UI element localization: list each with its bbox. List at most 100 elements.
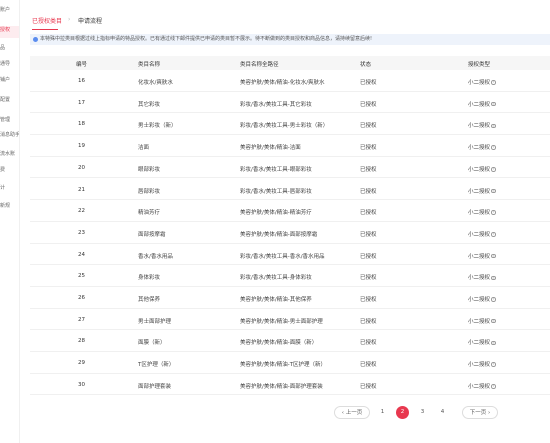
cell-auth-type: 小二授权? (468, 121, 496, 129)
column-header-path: 类目名称全路径 (240, 62, 279, 68)
cell-status-text: 已授权 (360, 383, 377, 390)
sidebar-item[interactable]: 账户 (0, 6, 19, 18)
cell-auth-type-text: 小二授权 (468, 188, 491, 195)
help-icon[interactable]: ? (491, 210, 496, 215)
table-row: 16 化妆水/爽肤水 美容护肤/美体/精油-化妆水/爽肤水 已授权 小二授权? (30, 70, 550, 92)
help-icon[interactable]: ? (491, 145, 496, 150)
sidebar-item[interactable]: 品 (0, 44, 19, 56)
help-icon[interactable]: ? (491, 101, 496, 107)
cell-auth-type-text: 小二授权 (468, 383, 491, 390)
cell-category-path-text: 美容护肤/美体/精油-其他保养 (240, 297, 312, 303)
cell-id: 19 (78, 143, 85, 149)
page-number-2[interactable]: 2 (396, 406, 409, 419)
tab-bar: 已授权类目 › 申请流程 (22, 12, 542, 30)
cell-id: 27 (78, 317, 85, 323)
cell-category-path-text: 美容护肤/美体/精油-面部护理套装 (240, 383, 323, 390)
cell-category-name-text: 精油芳疗 (138, 210, 161, 217)
help-icon[interactable]: ? (491, 253, 496, 259)
sidebar-item[interactable]: 配置 (0, 96, 19, 108)
cell-auth-type: 小二授权? (468, 252, 496, 260)
cell-category-name: 洁面 (138, 143, 149, 151)
cell-status: 已授权 (360, 143, 377, 151)
cell-auth-type: 小二授权? (468, 208, 496, 216)
cell-id: 17 (78, 100, 85, 106)
sidebar-item[interactable]: 通导 (0, 60, 19, 72)
help-icon[interactable]: ? (491, 188, 496, 194)
sidebar-item[interactable]: 新规 (0, 202, 19, 214)
page-number-3[interactable]: 3 (416, 406, 429, 419)
help-icon[interactable]: ? (491, 123, 496, 129)
sidebar-item[interactable]: 费 (0, 166, 19, 178)
cell-category-name: 其他保养 (138, 295, 160, 303)
column-header-auth-type: 授权类型 (468, 62, 491, 68)
cell-category-name: 其它彩妆 (138, 100, 160, 108)
help-icon[interactable]: ? (491, 340, 496, 346)
help-icon[interactable]: ? (491, 297, 496, 302)
table-row: 21 唇部彩妆 彩妆/香水/美妆工具-唇部彩妆 已授权 小二授权? (30, 179, 550, 201)
cell-category-path: 彩妆/香水/美妆工具-唇部彩妆 (240, 187, 312, 195)
sidebar-item[interactable]: 授权 (0, 26, 19, 38)
help-icon[interactable]: ? (491, 275, 496, 281)
cell-auth-type-text: 小二授权 (468, 80, 491, 86)
table-row: 24 香水/香水用品 彩妆/香水/美妆工具-香水/香水用品 已授权 小二授权? (30, 244, 550, 266)
cell-status: 已授权 (360, 273, 377, 281)
cell-auth-type: 小二授权? (468, 230, 496, 238)
cell-status-text: 已授权 (360, 166, 377, 173)
next-page-button[interactable]: 下一页 › (462, 406, 498, 419)
cell-category-name: 香水/香水用品 (138, 252, 173, 260)
cell-id-text: 17 (78, 99, 85, 106)
tab-application-process[interactable]: 申请流程 (78, 16, 102, 25)
cell-category-path: 美容护肤/美体/精油-面膜（新） (240, 338, 317, 346)
page-number-4[interactable]: 4 (436, 406, 449, 419)
cell-auth-type: 小二授权? (468, 382, 496, 390)
help-icon[interactable]: ? (491, 362, 496, 367)
sidebar-item[interactable]: 计 (0, 184, 19, 196)
cell-status: 已授权 (360, 295, 377, 303)
cell-status: 已授权 (360, 338, 377, 346)
help-icon[interactable]: ? (491, 318, 496, 324)
notice-banner: 本特殊中拉类目根据过线上指标申请的特品授权。已有通过线下邮件提供已申请的类目暂不… (30, 34, 550, 45)
active-tab-underline (32, 29, 58, 30)
table-row: 18 男士彩妆（新） 彩妆/香水/美妆工具-男士彩妆（新） 已授权 小二授权? (30, 113, 550, 136)
cell-id-text: 28 (78, 338, 85, 345)
cell-id: 20 (78, 165, 85, 171)
cell-id-text: 26 (78, 295, 85, 301)
cell-category-name: 面膜（新） (138, 338, 166, 346)
cell-status: 已授权 (360, 208, 377, 216)
help-icon[interactable]: ? (491, 167, 496, 172)
cell-category-path: 美容护肤/美体/精油-面部按摩霜 (240, 230, 317, 238)
cell-id: 28 (78, 338, 85, 344)
cell-category-path: 美容护肤/美体/精油-男士面部护理 (240, 317, 323, 325)
info-icon (33, 37, 38, 42)
cell-auth-type-text: 小二授权 (468, 210, 491, 217)
cell-status: 已授权 (360, 252, 377, 260)
tab-separator: › (68, 16, 71, 23)
prev-page-button[interactable]: ‹ 上一页 (334, 406, 370, 419)
table-row: 28 面膜（新） 美容护肤/美体/精油-面膜（新） 已授权 小二授权? (30, 330, 550, 353)
help-icon[interactable]: ? (491, 232, 496, 237)
cell-id: 29 (78, 360, 85, 366)
cell-category-path-text: 美容护肤/美体/精油-T区护理（新） (240, 362, 327, 369)
cell-auth-type-text: 小二授权 (468, 297, 491, 303)
cell-auth-type: 小二授权? (468, 360, 496, 368)
cell-auth-type-text: 小二授权 (468, 362, 491, 369)
tab-authorized-categories[interactable]: 已授权类目 (32, 16, 62, 25)
table-row: 17 其它彩妆 彩妆/香水/美妆工具-其它彩妆 已授权 小二授权? (30, 92, 550, 114)
sidebar-item[interactable]: 管理 (0, 116, 19, 128)
sidebar-item[interactable]: 消息助手 (0, 131, 19, 143)
cell-id-text: 29 (78, 360, 85, 367)
cell-status-text: 已授权 (360, 210, 377, 217)
column-header-status: 状态 (360, 62, 372, 68)
page-number-1[interactable]: 1 (376, 406, 389, 419)
help-icon[interactable]: ? (491, 384, 496, 389)
cell-id-text: 18 (78, 121, 85, 128)
cell-status-text: 已授权 (360, 297, 377, 303)
table-row: 27 男士面部护理 美容护肤/美体/精油-男士面部护理 已授权 小二授权? (30, 309, 550, 331)
cell-category-path: 美容护肤/美体/精油-洁面 (240, 143, 301, 151)
help-icon[interactable]: ? (491, 80, 496, 85)
cell-status: 已授权 (360, 165, 377, 173)
cell-status-text: 已授权 (360, 123, 377, 130)
sidebar-item[interactable]: 流水账 (0, 150, 19, 162)
cell-category-path-text: 彩妆/香水/美妆工具-其它彩妆 (240, 101, 312, 108)
sidebar-item[interactable]: 铺户 (0, 76, 19, 88)
